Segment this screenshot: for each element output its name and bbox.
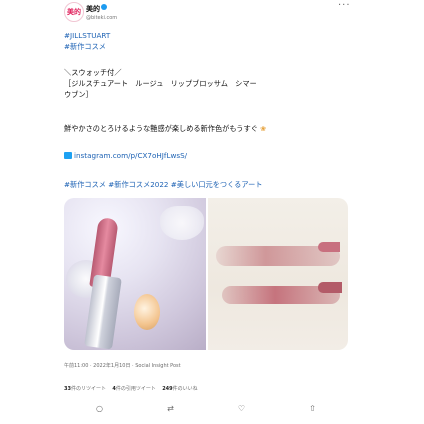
share-icon[interactable]: ⇧	[303, 404, 323, 418]
action-bar: ○ ⇄ ♡ ⇧	[64, 404, 348, 418]
link-icon	[64, 152, 72, 159]
body-line-4: 鮮やかさのとろけるような艶感が楽しめる新作色がもうすぐ ❀	[64, 124, 266, 134]
retweet-count[interactable]: 33件のリツイート	[64, 386, 106, 392]
like-count-number: 249	[162, 386, 173, 392]
body-line-3: ウブン］	[64, 90, 93, 99]
body-line-1: ＼スウォッチ付／	[64, 68, 122, 77]
reply-icon[interactable]: ○	[90, 404, 110, 418]
heart-emoji-icon: ❀	[260, 124, 267, 133]
hashtag-jillstuart[interactable]: #JILLSTUART	[64, 31, 110, 41]
like-count[interactable]: 249件のいいね	[162, 386, 197, 392]
retweet-icon[interactable]: ⇄	[161, 404, 181, 418]
tweet-timestamp[interactable]: 午前11:00 · 2022年1月10日 · Social Insight Po…	[64, 362, 181, 369]
engagement-stats: 33件のリツイート 4件の引用ツイート 249件のいいね	[64, 385, 198, 392]
hashtag-new-cosme[interactable]: #新作コスメ	[64, 42, 106, 52]
like-count-label: 件のいいね	[172, 386, 198, 392]
mini-lipstick-1	[318, 242, 340, 252]
instagram-link[interactable]: instagram.com/p/CX7oHJfLwsS/	[64, 151, 187, 161]
quote-count-label: 件の引用ツイート	[115, 386, 156, 392]
avatar[interactable]: 美的	[64, 2, 84, 22]
lipstick-photo[interactable]	[64, 198, 206, 350]
body-line-2: ［ジルスチュアート ルージュ リップブロッサム シマー	[64, 79, 257, 88]
more-dots-icon[interactable]: ···	[338, 0, 351, 11]
hashtags-bottom[interactable]: #新作コスメ #新作コスメ2022 #美しい口元をつくるアート	[64, 180, 262, 190]
mini-lipstick-2	[318, 282, 342, 293]
display-name[interactable]: 美的	[86, 5, 100, 13]
tweet-header: 美的 美的 @biteki.com ···	[64, 0, 384, 24]
instagram-link-text[interactable]: instagram.com/p/CX7oHJfLwsS/	[74, 151, 187, 160]
gold-charm	[134, 294, 160, 330]
swatch-photo[interactable]	[208, 198, 348, 350]
like-icon[interactable]: ♡	[232, 404, 252, 418]
tweet-media[interactable]	[64, 198, 348, 350]
retweet-count-number: 33	[64, 386, 71, 392]
verified-badge-icon	[101, 3, 107, 10]
body-line-4-text: 鮮やかさのとろけるような艶感が楽しめる新作色がもうすぐ	[64, 124, 258, 133]
retweet-count-label: 件のリツイート	[70, 386, 106, 392]
ribbon-decoration	[160, 206, 204, 240]
user-handle[interactable]: @biteki.com	[86, 14, 117, 23]
author-block[interactable]: 美的 @biteki.com	[86, 1, 117, 23]
quote-count[interactable]: 4件の引用ツイート	[112, 386, 156, 392]
